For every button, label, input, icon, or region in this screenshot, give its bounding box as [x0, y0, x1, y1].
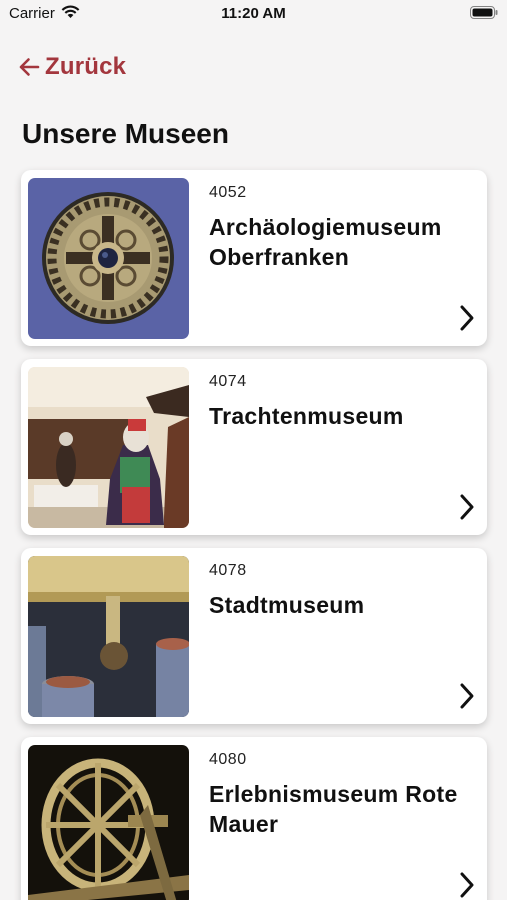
back-button[interactable]: Zurück — [18, 52, 126, 82]
chevron-right-icon — [460, 494, 474, 520]
museum-image — [28, 367, 189, 528]
museum-number: 4074 — [209, 373, 247, 390]
museum-image — [28, 745, 189, 900]
chevron-right-icon — [460, 305, 474, 331]
clock: 11:20 AM — [221, 5, 286, 22]
museum-number: 4080 — [209, 751, 247, 768]
museum-name: Archäologiemuseum Oberfranken — [209, 214, 442, 270]
museum-card[interactable]: 4074 Trachtenmuseum — [21, 359, 487, 535]
status-bar: Carrier 11:20 AM — [0, 0, 507, 28]
museum-card[interactable]: 4080 Erlebnismuseum Rote Mauer — [21, 737, 487, 900]
museum-name: Stadtmuseum — [209, 592, 365, 618]
battery-icon — [470, 6, 498, 19]
back-label: Zurück — [45, 53, 127, 80]
page-title: Unsere Museen — [22, 118, 229, 149]
chevron-right-icon — [460, 872, 474, 898]
museum-number: 4078 — [209, 562, 247, 579]
museum-name: Erlebnismuseum Rote Mauer — [209, 781, 458, 837]
museum-image — [28, 556, 189, 717]
arrow-left-icon — [19, 58, 40, 76]
museum-card[interactable]: 4052 Archäologiemuseum Oberfranken — [21, 170, 487, 346]
chevron-right-icon — [460, 683, 474, 709]
museum-number: 4052 — [209, 184, 247, 201]
museum-name: Trachtenmuseum — [209, 403, 404, 429]
museum-card[interactable]: 4078 Stadtmuseum — [21, 548, 487, 724]
museum-image — [28, 178, 189, 339]
